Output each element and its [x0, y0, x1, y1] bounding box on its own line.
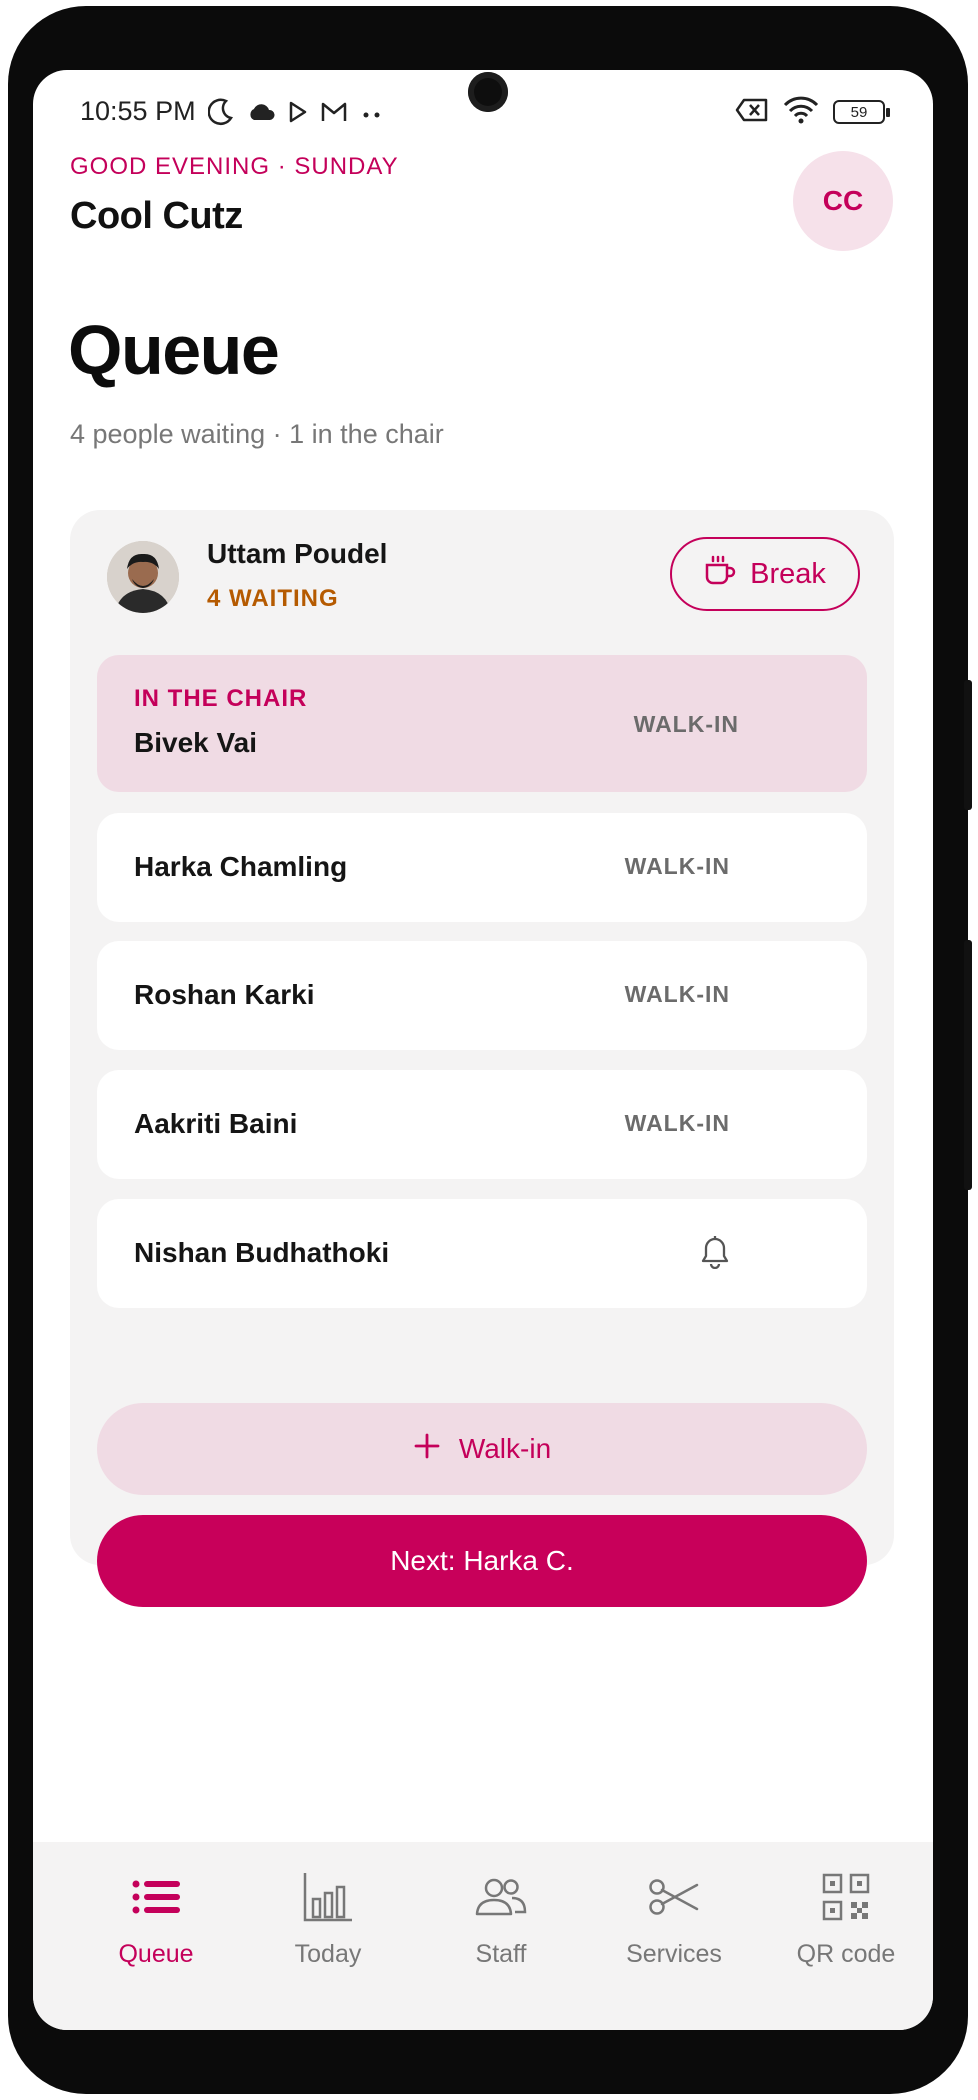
walkin-tag: WALK-IN — [624, 1110, 730, 1136]
profile-avatar[interactable]: CC — [793, 151, 893, 251]
walkin-tag: WALK-IN — [633, 711, 739, 737]
nav-label: Staff — [475, 1940, 527, 1968]
barber-avatar — [107, 541, 179, 613]
break-label: Break — [750, 557, 826, 590]
moon-icon — [207, 98, 234, 130]
customer-name: Nishan Budhathoki — [134, 1237, 390, 1268]
bottom-nav: Queue Today Staff Services QR code — [33, 1842, 933, 2030]
plus-icon — [413, 1432, 441, 1467]
status-bar: 10:55 PM 59 — [33, 90, 933, 140]
page-title: Queue — [68, 311, 280, 389]
nav-staff[interactable]: Staff — [416, 1864, 586, 1994]
qr-code-icon — [822, 1864, 870, 1930]
power-button — [964, 940, 972, 1190]
in-chair-label: IN THE CHAIR — [134, 685, 308, 712]
walkin-tag: WALK-IN — [624, 853, 730, 879]
scissors-icon — [647, 1864, 701, 1930]
walkin-tag: WALK-IN — [624, 981, 730, 1007]
notification-icons — [207, 98, 384, 130]
barber-queue-card: Uttam Poudel 4 WAITING Break IN THE CHAI… — [70, 510, 894, 1607]
in-chair-row[interactable]: IN THE CHAIR Bivek Vai WALK-IN — [97, 655, 867, 792]
greeting: GOOD EVENING · SUNDAY — [70, 153, 399, 180]
play-store-icon — [288, 101, 308, 127]
customer-name: Harka Chamling — [134, 851, 348, 882]
walkin-label: Walk-in — [458, 1433, 552, 1464]
status-time: 10:55 PM — [80, 96, 196, 126]
nav-services[interactable]: Services — [589, 1864, 759, 1994]
nav-label: QR code — [796, 1940, 896, 1968]
nav-qr-code[interactable]: QR code — [761, 1864, 931, 1994]
nav-label: Queue — [118, 1940, 194, 1968]
list-icon — [131, 1864, 181, 1930]
in-chair-name: Bivek Vai — [134, 727, 257, 758]
people-icon — [474, 1864, 528, 1930]
cloud-icon — [246, 102, 276, 126]
volume-button — [964, 680, 972, 810]
nav-queue[interactable]: Queue — [71, 1864, 241, 1994]
nav-today[interactable]: Today — [243, 1864, 413, 1994]
app-screen: 10:55 PM 59 GOOD EVENING · SUNDAY Cool C… — [33, 70, 933, 2030]
shop-name: Cool Cutz — [70, 195, 243, 237]
queue-row[interactable]: Nishan Budhathoki — [97, 1199, 867, 1308]
barber-name: Uttam Poudel — [207, 538, 388, 569]
more-dots-icon — [360, 105, 384, 124]
wifi-icon — [783, 96, 819, 128]
queue-row[interactable]: Harka Chamling WALK-IN — [97, 813, 867, 922]
sim-off-icon — [735, 98, 769, 126]
bar-chart-icon — [302, 1864, 354, 1930]
waiting-count: 4 WAITING — [207, 585, 339, 612]
add-walkin-button[interactable]: Walk-in — [97, 1403, 867, 1495]
customer-name: Aakriti Baini — [134, 1108, 298, 1139]
nav-label: Today — [294, 1940, 362, 1968]
system-icons: 59 — [735, 96, 890, 128]
coffee-cup-icon — [704, 555, 736, 593]
break-button[interactable]: Break — [670, 537, 860, 611]
gmail-icon — [320, 101, 348, 127]
nav-label: Services — [626, 1940, 722, 1968]
customer-name: Roshan Karki — [134, 979, 315, 1010]
next-label: Next: Harka C. — [390, 1545, 574, 1576]
bell-icon[interactable] — [700, 1235, 730, 1273]
queue-row[interactable]: Aakriti Baini WALK-IN — [97, 1070, 867, 1179]
page-subtitle: 4 people waiting · 1 in the chair — [70, 419, 444, 449]
battery-icon: 59 — [833, 100, 890, 124]
queue-row[interactable]: Roshan Karki WALK-IN — [97, 941, 867, 1050]
next-customer-button[interactable]: Next: Harka C. — [97, 1515, 867, 1607]
